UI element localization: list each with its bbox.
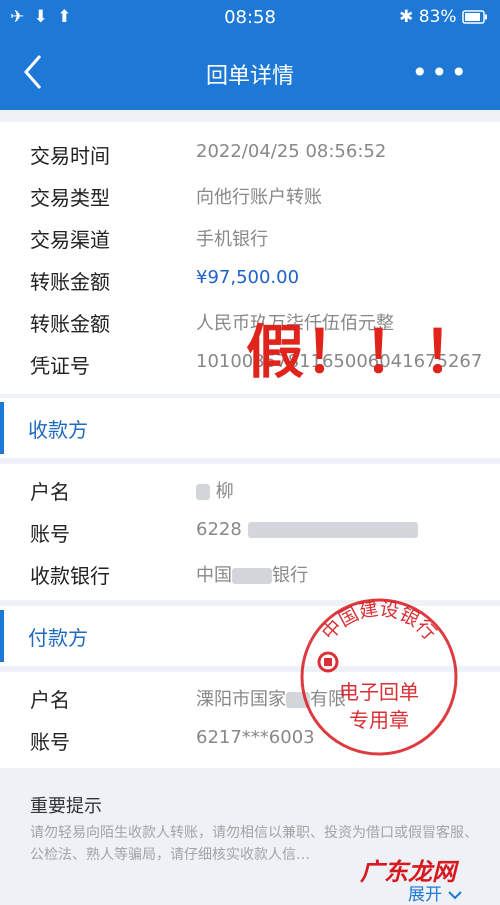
nav-bar: 回单详情 •••	[0, 36, 500, 110]
payee-bank-value: 中国 银行	[196, 561, 308, 587]
section-title: 付款方	[28, 626, 88, 650]
bank-stamp: 中国建设银行 电子回单 专用章	[298, 596, 460, 758]
expand-label: 展开	[408, 885, 442, 905]
payee-name-text: 柳	[215, 481, 234, 502]
redacted-block	[232, 568, 272, 584]
stamp-bank-name: 中国建设银行	[318, 598, 441, 644]
payer-name-prefix: 溧阳市国家	[196, 689, 286, 710]
section-title: 收款方	[28, 418, 88, 442]
svg-text:中国建设银行: 中国建设银行	[318, 598, 441, 644]
detail-label: 账号	[30, 730, 70, 754]
detail-label: 转账金额	[30, 312, 110, 336]
payee-account-text: 6228	[196, 519, 242, 540]
bank-suffix: 银行	[272, 565, 308, 586]
detail-label: 转账金额	[30, 270, 110, 294]
detail-value: 向他行账户转账	[196, 187, 322, 208]
fake-annotation: 假！！！	[246, 318, 483, 386]
redacted-block	[247, 522, 418, 538]
payee-header: 收款方	[0, 398, 500, 458]
status-bar: ✈ ⬇ ⬆ 08:58 ✱ 83%	[0, 0, 500, 36]
detail-label: 交易类型	[30, 186, 110, 210]
detail-value: 手机银行	[196, 229, 268, 250]
battery-text: 83%	[418, 7, 457, 27]
expand-button[interactable]: 展开	[408, 880, 463, 905]
detail-label: 交易渠道	[30, 228, 110, 252]
redacted-block	[196, 484, 210, 500]
detail-label: 凭证号	[30, 354, 90, 378]
battery-icon	[462, 10, 487, 24]
detail-row-type: 交易类型 向他行账户转账	[0, 176, 500, 216]
payer-account-value: 6217***6003	[196, 727, 315, 748]
detail-label: 户名	[30, 480, 70, 504]
payee-row-bank: 收款银行 中国 银行	[0, 554, 500, 594]
detail-row-amount: 转账金额 ¥97,500.00	[0, 260, 500, 300]
more-options-button[interactable]: •••	[411, 56, 470, 89]
payee-row-name: 户名 柳	[0, 470, 500, 510]
payee-card: 户名 柳 账号 6228 收款银行 中国 银行	[0, 464, 500, 600]
status-icons-right: ✱ 83%	[399, 7, 488, 27]
stamp-line2: 专用章	[349, 708, 409, 732]
stamp-seal-icon: 中国建设银行 电子回单 专用章	[300, 598, 458, 756]
chevron-down-icon	[448, 891, 463, 900]
payee-row-account: 账号 6228	[0, 512, 500, 552]
detail-row-channel: 交易渠道 手机银行	[0, 218, 500, 258]
bluetooth-icon: ✱	[399, 7, 414, 27]
section-accent-bar	[0, 610, 4, 662]
amount-value: ¥97,500.00	[196, 267, 300, 288]
bank-prefix: 中国	[196, 565, 232, 586]
detail-row-time: 交易时间 2022/04/25 08:56:52	[0, 134, 500, 174]
section-accent-bar	[0, 402, 4, 454]
detail-label: 交易时间	[30, 144, 110, 168]
detail-label: 收款银行	[30, 564, 110, 588]
detail-value: 2022/04/25 08:56:52	[196, 141, 387, 162]
tips-title: 重要提示	[30, 796, 102, 817]
detail-label: 账号	[30, 522, 70, 546]
detail-label: 户名	[30, 688, 70, 712]
stamp-line1: 电子回单	[339, 680, 419, 704]
payee-account-value: 6228	[196, 519, 418, 540]
payee-name-value: 柳	[196, 477, 234, 503]
